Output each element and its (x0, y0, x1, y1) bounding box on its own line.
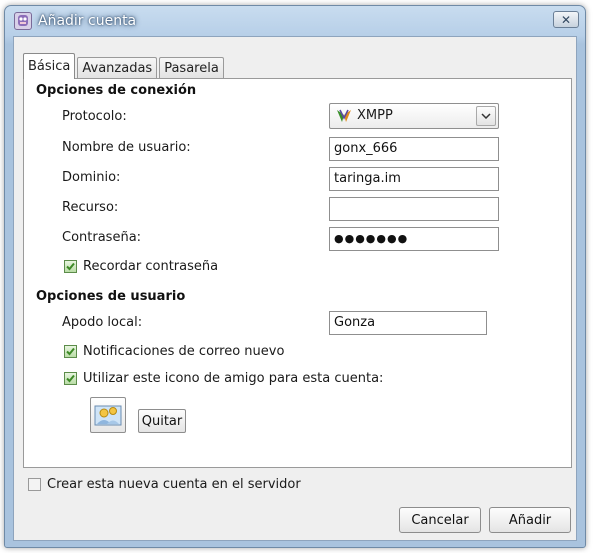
remember-password-label: Recordar contraseña (83, 259, 219, 274)
title-bar[interactable]: Añadir cuenta ✕ (5, 6, 585, 36)
checkmark-icon (66, 347, 75, 356)
cancel-button[interactable]: Cancelar (399, 507, 481, 533)
resource-field[interactable] (329, 197, 499, 221)
password-label: Contraseña: (62, 230, 142, 245)
create-on-server-label: Crear esta nueva cuenta en el servidor (47, 477, 301, 492)
connection-options-heading: Opciones de conexión (36, 83, 197, 98)
tab-basica[interactable]: Básica (23, 53, 76, 79)
mail-notifications-option[interactable]: Notificaciones de correo nuevo (64, 344, 284, 359)
username-field[interactable]: gonx_666 (329, 137, 499, 161)
buddy-icon-button[interactable] (90, 397, 126, 433)
remember-password-option[interactable]: Recordar contraseña (64, 259, 218, 274)
buddy-icon-label: Utilizar este icono de amigo para esta c… (83, 371, 384, 386)
mail-notifications-checkbox[interactable] (64, 345, 77, 358)
create-on-server-option[interactable]: Crear esta nueva cuenta en el servidor (28, 477, 301, 492)
pidgin-app-icon (14, 12, 32, 30)
window-title: Añadir cuenta (38, 13, 137, 29)
tab-strip: Básica Avanzadas Pasarela (23, 52, 226, 79)
mail-notifications-label: Notificaciones de correo nuevo (83, 344, 285, 359)
username-label: Nombre de usuario: (62, 140, 191, 155)
close-icon: ✕ (560, 12, 572, 27)
protocol-label: Protocolo: (62, 109, 127, 124)
domain-field[interactable]: taringa.im (329, 167, 499, 191)
xmpp-icon (337, 109, 351, 122)
tab-pasarela[interactable]: Pasarela (159, 57, 224, 79)
buddy-icon-image (94, 405, 122, 426)
checkmark-icon (66, 374, 75, 383)
protocol-value: XMPP (357, 108, 393, 123)
basic-tab-panel: Opciones de conexión Protocolo: XMPP Nom… (23, 78, 572, 468)
close-button[interactable]: ✕ (553, 11, 579, 28)
domain-label: Dominio: (62, 170, 121, 185)
local-alias-field[interactable]: Gonza (329, 311, 487, 335)
add-account-dialog: Añadir cuenta ✕ Básica Avanzadas Pasarel… (4, 5, 586, 548)
password-field[interactable]: ●●●●●●● (329, 227, 499, 251)
buddy-icon-checkbox[interactable] (64, 372, 77, 385)
resource-label: Recurso: (62, 200, 119, 215)
remember-password-checkbox[interactable] (64, 260, 77, 273)
user-options-heading: Opciones de usuario (36, 289, 186, 304)
local-alias-label: Apodo local: (62, 315, 143, 330)
tab-avanzadas[interactable]: Avanzadas (77, 57, 158, 79)
buddy-icon-option[interactable]: Utilizar este icono de amigo para esta c… (64, 371, 383, 386)
protocol-select[interactable]: XMPP (329, 103, 499, 129)
chevron-down-icon[interactable] (476, 106, 496, 126)
create-on-server-checkbox[interactable] (28, 478, 41, 491)
add-button[interactable]: Añadir (489, 507, 571, 533)
dialog-body: Básica Avanzadas Pasarela Opciones de co… (13, 36, 577, 541)
remove-icon-button[interactable]: Quitar (138, 409, 186, 433)
checkmark-icon (66, 262, 75, 271)
